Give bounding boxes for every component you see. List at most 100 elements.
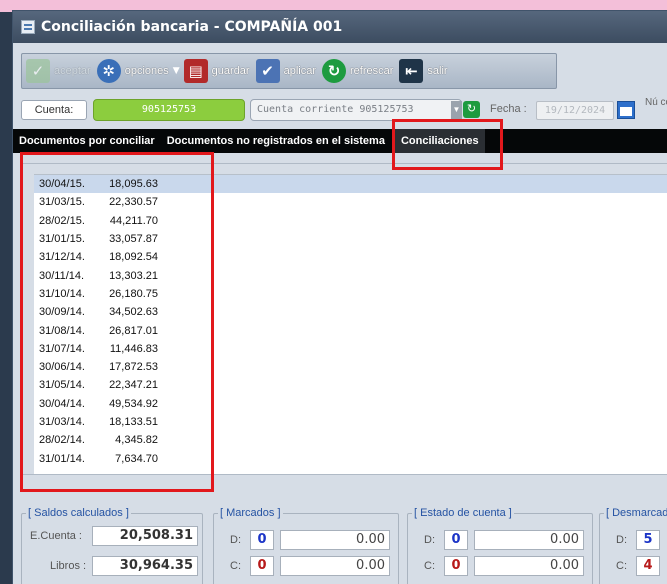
account-label: Cuenta: bbox=[21, 100, 87, 120]
apply-icon: ✔ bbox=[255, 59, 280, 83]
marcados-d-label: D: bbox=[230, 534, 241, 546]
saldos-title: [ Saldos calculados ] bbox=[26, 507, 131, 519]
marcados-d-amount: 0.00 bbox=[280, 530, 390, 550]
conciliacion-amount: 22,330.57 bbox=[109, 196, 158, 209]
conciliacion-date: 31/08/14. bbox=[39, 324, 85, 337]
date-label: Fecha : bbox=[490, 103, 527, 115]
tab-documentos-por-conciliar[interactable]: Documentos por conciliar bbox=[19, 129, 155, 153]
conciliacion-amount: 44,211.70 bbox=[109, 214, 158, 227]
estado-c-amount: 0.00 bbox=[474, 556, 584, 576]
desmarcados-c-count: 4 bbox=[636, 556, 660, 576]
conciliacion-amount: 18,095.63 bbox=[109, 178, 158, 191]
window-icon bbox=[21, 20, 35, 34]
libros-value: 30,964.35 bbox=[92, 556, 198, 576]
toolbar: ✓ aceptar ✲ opciones ▼ ▤ guardar ✔ aplic… bbox=[21, 53, 557, 89]
estado-d-count: 0 bbox=[444, 530, 468, 550]
check-icon: ✓ bbox=[26, 59, 50, 83]
tab-conciliaciones[interactable]: Conciliaciones bbox=[394, 129, 485, 153]
conciliacion-date: 31/01/15. bbox=[39, 233, 85, 246]
exit-button[interactable]: ⇤ salir bbox=[399, 56, 448, 86]
estado-title: [ Estado de cuenta ] bbox=[412, 507, 514, 519]
list-item[interactable]: 31/01/15. 33,057.87 bbox=[34, 230, 667, 248]
tab-bar: Documentos por conciliar Documentos no r… bbox=[13, 129, 667, 153]
conciliacion-date: 28/02/14. bbox=[39, 434, 85, 447]
chevron-down-icon[interactable]: ▼ bbox=[451, 101, 462, 119]
list-item[interactable]: 30/04/15. 18,095.63 bbox=[34, 175, 667, 194]
conciliacion-amount: 26,180.75 bbox=[109, 287, 158, 300]
conciliacion-amount: 4,345.82 bbox=[115, 434, 158, 447]
list-item[interactable]: 31/03/15. 22,330.57 bbox=[34, 193, 667, 211]
conciliacion-date: 30/04/15. bbox=[39, 178, 85, 191]
list-item[interactable]: 31/12/14. 18,092.54 bbox=[34, 248, 667, 266]
window-title: Conciliación bancaria - COMPAÑÍA 001 bbox=[41, 19, 343, 35]
conciliacion-date: 31/03/14. bbox=[39, 416, 85, 428]
options-icon: ✲ bbox=[96, 59, 121, 83]
conciliacion-amount: 26,817.01 bbox=[109, 324, 158, 337]
conciliacion-date: 31/12/14. bbox=[39, 251, 85, 264]
list-item[interactable]: 30/11/14. 13,303.21 bbox=[34, 266, 667, 284]
list-item[interactable]: 31/08/14. 26,817.01 bbox=[34, 321, 667, 339]
conciliacion-date: 30/06/14. bbox=[39, 361, 85, 374]
refresh-button[interactable]: ↻ refrescar bbox=[322, 56, 393, 86]
conciliacion-window: Conciliación bancaria - COMPAÑÍA 001 ✓ a… bbox=[12, 10, 667, 584]
title-bar: Conciliación bancaria - COMPAÑÍA 001 bbox=[13, 11, 667, 43]
estado-cuenta-group: [ Estado de cuenta ] D: 0 0.00 C: 0 0.00 bbox=[407, 507, 593, 584]
list-item[interactable]: 31/07/14. 11,446.83 bbox=[34, 340, 667, 358]
conciliacion-amount: 18,133.51 bbox=[109, 416, 158, 428]
conciliacion-amount: 22,347.21 bbox=[109, 379, 158, 392]
marcados-d-count: 0 bbox=[250, 530, 274, 550]
tab-documentos-no-registrados[interactable]: Documentos no registrados en el sistema bbox=[167, 129, 385, 153]
list-item[interactable]: 31/01/14. 7,634.70 bbox=[34, 449, 667, 467]
estado-c-count: 0 bbox=[444, 556, 468, 576]
exit-icon: ⇤ bbox=[399, 59, 424, 83]
conciliacion-date: 31/05/14. bbox=[39, 379, 85, 392]
accept-button[interactable]: ✓ aceptar bbox=[26, 56, 91, 86]
conciliacion-date: 31/01/14. bbox=[39, 452, 85, 465]
account-number-field[interactable]: 905125753 bbox=[93, 99, 245, 121]
save-button[interactable]: ▤ guardar bbox=[183, 56, 250, 86]
marcados-c-amount: 0.00 bbox=[280, 556, 390, 576]
conciliacion-date: 31/10/14. bbox=[39, 287, 85, 300]
desmarcados-title: [ Desmarcad bbox=[604, 507, 667, 519]
conciliaciones-list[interactable]: 30/04/15. 18,095.63 31/03/15. 22,330.57 28/0… bbox=[34, 174, 667, 474]
desmarcados-c-label: C: bbox=[616, 560, 627, 572]
conciliacion-amount: 17,872.53 bbox=[109, 361, 158, 374]
marcados-group: [ Marcados ] D: 0 0.00 C: 0 0.00 bbox=[213, 507, 399, 584]
summary-area: [ Saldos calculados ] E.Cuenta : 20,508.… bbox=[13, 499, 667, 584]
options-button[interactable]: ✲ opciones bbox=[96, 56, 169, 86]
conciliacion-amount: 34,502.63 bbox=[109, 306, 158, 319]
estado-d-label: D: bbox=[424, 534, 435, 546]
conciliaciones-panel: 30/04/15. 18,095.63 31/03/15. 22,330.57 28/0… bbox=[21, 163, 667, 475]
account-select[interactable]: Cuenta corriente 905125753 bbox=[250, 99, 462, 121]
conciliacion-amount: 7,634.70 bbox=[115, 452, 158, 465]
conciliacion-amount: 33,057.87 bbox=[109, 233, 158, 246]
list-item[interactable]: 30/04/14. 49,534.92 bbox=[34, 395, 667, 413]
desmarcados-d-label: D: bbox=[616, 534, 627, 546]
date-field[interactable]: 19/12/2024 bbox=[536, 101, 614, 120]
desmarcados-d-count: 5 bbox=[636, 530, 660, 550]
conciliacion-date: 31/03/15. bbox=[39, 196, 85, 209]
list-item[interactable]: 28/02/15. 44,211.70 bbox=[34, 212, 667, 230]
conciliacion-date: 31/07/14. bbox=[39, 342, 85, 355]
list-item[interactable]: 31/03/14. 18,133.51 bbox=[34, 413, 667, 431]
conciliacion-date: 30/04/14. bbox=[39, 397, 85, 410]
calendar-icon[interactable] bbox=[617, 101, 635, 119]
list-item[interactable]: 30/09/14. 34,502.63 bbox=[34, 303, 667, 321]
apply-button[interactable]: ✔ aplicar bbox=[255, 56, 316, 86]
conciliacion-amount: 49,534.92 bbox=[109, 397, 158, 410]
list-item[interactable]: 28/02/14. 4,345.82 bbox=[34, 431, 667, 449]
conciliacion-date: 30/11/14. bbox=[39, 269, 85, 282]
conciliacion-amount: 13,303.21 bbox=[109, 269, 158, 282]
list-item[interactable]: 30/06/14. 17,872.53 bbox=[34, 358, 667, 376]
refresh-icon: ↻ bbox=[322, 59, 346, 83]
conciliacion-date: 30/09/14. bbox=[39, 306, 85, 319]
save-icon: ▤ bbox=[183, 59, 208, 83]
account-row: Cuenta: 905125753 Cuenta corriente 90512… bbox=[21, 97, 667, 121]
saldos-calculados-group: [ Saldos calculados ] E.Cuenta : 20,508.… bbox=[21, 507, 203, 584]
list-item[interactable]: 31/05/14. 22,347.21 bbox=[34, 376, 667, 394]
list-item[interactable]: 31/10/14. 26,180.75 bbox=[34, 285, 667, 303]
chevron-down-icon[interactable]: ▼ bbox=[173, 66, 180, 76]
libros-label: Libros : bbox=[50, 560, 87, 572]
refresh-icon[interactable]: ↻ bbox=[463, 101, 480, 118]
conciliacion-date: 28/02/15. bbox=[39, 214, 85, 227]
